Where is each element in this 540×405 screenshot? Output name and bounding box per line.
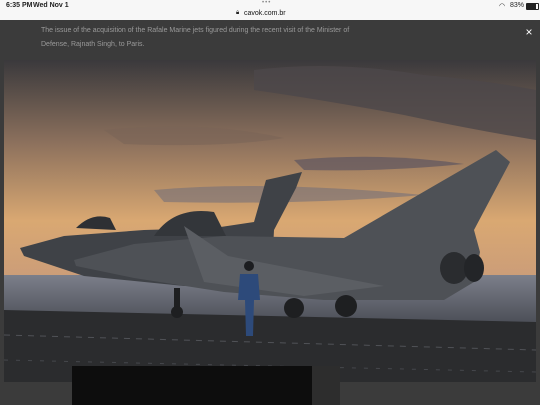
side-panel: [312, 366, 340, 405]
status-bar: 6:35 PM Wed Nov 1 ••• 🔒︎ cavok.com.br ◠ …: [0, 0, 540, 20]
article-photo[interactable]: [4, 60, 536, 382]
status-time: 6:35 PM: [6, 2, 33, 9]
photo-caption: The issue of the acquisition of the Rafa…: [41, 27, 350, 48]
rafale-jets-photo: [4, 60, 536, 382]
lock-icon: 🔒︎: [236, 10, 240, 16]
battery-icon: [526, 3, 539, 10]
address-bar-url[interactable]: cavok.com.br: [244, 10, 286, 17]
battery-percent: 83%: [510, 2, 525, 9]
close-button[interactable]: ×: [522, 25, 536, 39]
multitasking-dots-icon[interactable]: •••: [262, 0, 271, 6]
status-date: Wed Nov 1: [33, 2, 69, 9]
wifi-icon: ◠: [499, 3, 506, 10]
video-placeholder: [72, 366, 312, 405]
article-lightbox: The issue of the acquisition of the Rafa…: [0, 20, 540, 405]
